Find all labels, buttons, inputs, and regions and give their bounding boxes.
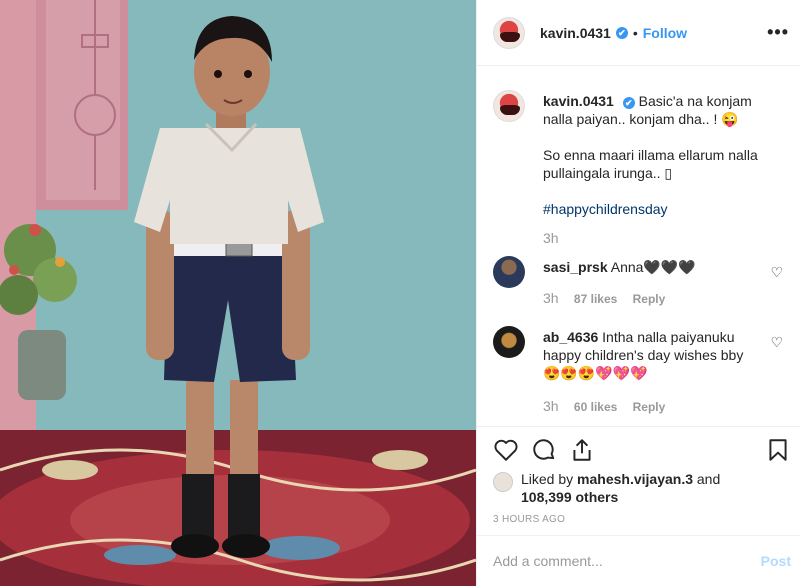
post-header: kavin.0431 ✔ • Follow ••• [477,0,800,66]
comment-likes[interactable]: 87 likes [574,292,617,306]
more-options-icon[interactable]: ••• [767,22,789,43]
caption-avatar[interactable] [493,90,525,122]
commenter-avatar[interactable] [493,326,525,358]
reply-button[interactable]: Reply [633,292,666,306]
likes-count[interactable]: 108,399 others [521,489,618,505]
caption-body: kavin.0431 ✔ Basic'a na konjam nalla pai… [543,92,783,236]
caption-hashtag[interactable]: #happychildrensday [543,200,783,218]
caption-text-2: So enna maari illama ellarum nalla pulla… [543,147,758,181]
small-heart-icon[interactable]: ♡ [770,334,783,351]
bookmark-icon[interactable] [765,437,791,463]
share-icon[interactable] [569,437,595,463]
likes-text: Liked by mahesh.vijayan.3 and 108,399 ot… [521,470,720,506]
comment-bubble-icon[interactable] [531,437,557,463]
comment-item: ab_4636 Intha nalla paiyanuku happy chil… [493,326,789,422]
post-side-panel: kavin.0431 ✔ • Follow ••• kavin.0431 ✔ B… [476,0,800,586]
likes-prefix: Liked by [521,471,574,487]
comment-meta: 3h 87 likes Reply [543,290,677,306]
comment-text-block: sasi_prsk Anna🖤🖤🖤 [543,258,763,276]
liker-avatar[interactable] [493,472,513,492]
heart-icon[interactable] [493,437,519,463]
caption-verified-icon: ✔ [622,97,635,109]
comment-text-block: ab_4636 Intha nalla paiyanuku happy chil… [543,328,763,382]
author-username[interactable]: kavin.0431 [540,25,611,41]
comment-meta: 3h 60 likes Reply [543,398,677,414]
action-bar [477,426,800,472]
small-heart-icon[interactable]: ♡ [770,264,783,281]
comments-list[interactable]: kavin.0431 ✔ Basic'a na konjam nalla pai… [477,66,800,426]
add-comment-bar: Add a comment... Post [477,535,800,586]
comment-username[interactable]: sasi_prsk [543,259,608,275]
post-timestamp[interactable]: 3 HOURS AGO [493,514,565,525]
caption-username[interactable]: kavin.0431 [543,93,614,109]
comment-timestamp: 3h [543,398,559,414]
comment-username[interactable]: ab_4636 [543,329,598,345]
verified-badge-icon: ✔ [615,26,628,39]
comment-item: sasi_prsk Anna🖤🖤🖤 ♡ 3h 87 likes Reply [493,256,789,312]
likes-middle: and [696,471,721,487]
commenter-avatar[interactable] [493,256,525,288]
liker-username[interactable]: mahesh.vijayan.3 [577,471,693,487]
reply-button[interactable]: Reply [633,400,666,414]
caption-line-1: kavin.0431 ✔ Basic'a na konjam nalla pai… [543,92,783,128]
comment-text: Anna🖤🖤🖤 [610,259,696,275]
author-avatar[interactable] [493,16,525,49]
header-separator: • [632,24,638,41]
comment-likes[interactable]: 60 likes [574,400,617,414]
post-image [0,0,476,586]
follow-button[interactable]: Follow [643,25,687,41]
likes-summary: Liked by mahesh.vijayan.3 and 108,399 ot… [493,468,793,508]
post-photo[interactable] [0,0,476,586]
comment-input[interactable]: Add a comment... [493,553,603,569]
comment-timestamp: 3h [543,290,559,306]
post-comment-button[interactable]: Post [761,553,791,569]
caption-timestamp: 3h [543,230,559,246]
